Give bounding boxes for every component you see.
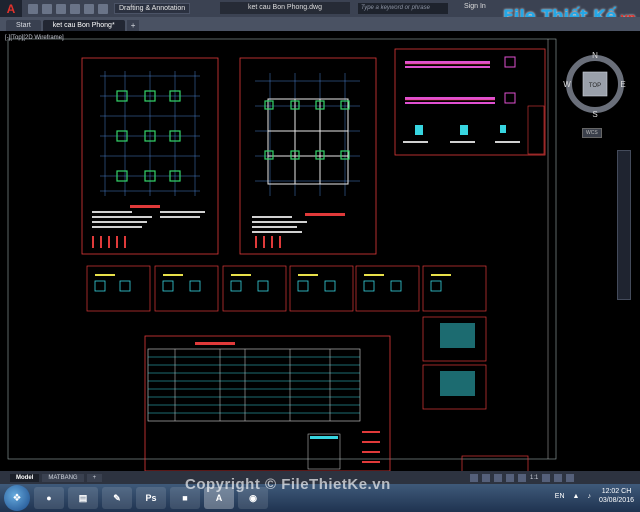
sheet-beam-details[interactable] xyxy=(394,48,546,156)
polar-toggle-icon[interactable] xyxy=(506,473,514,482)
photoshop-icon[interactable]: Ps xyxy=(136,487,166,509)
drawing-canvas[interactable] xyxy=(0,31,640,473)
tab-start[interactable]: Start xyxy=(6,20,41,31)
fullscreen-icon[interactable] xyxy=(566,473,575,482)
windows-start-button[interactable]: ❖ xyxy=(4,485,30,511)
cad-drawing xyxy=(7,38,557,473)
paint-icon[interactable]: ✎ xyxy=(102,487,132,509)
tab-model[interactable]: Model xyxy=(10,473,40,482)
tab-matbang[interactable]: MATBANG xyxy=(42,473,84,482)
copyright-watermark: Copyright © FileThietKe.vn xyxy=(185,476,391,493)
ortho-toggle-icon[interactable] xyxy=(494,473,502,482)
annotation-scale[interactable]: 1:1 xyxy=(530,475,538,481)
sheet-foundation-plan[interactable] xyxy=(81,57,219,255)
viewcube[interactable]: TOP N S E W xyxy=(563,50,627,120)
status-bar: 1:1 xyxy=(470,471,575,484)
compass-north: N xyxy=(592,51,598,60)
snap-toggle-icon[interactable] xyxy=(482,473,490,482)
compass-east: E xyxy=(620,80,625,89)
sheet-steel-schedule[interactable] xyxy=(144,335,391,472)
file-explorer-icon[interactable]: ▤ xyxy=(68,487,98,509)
detail-labels xyxy=(95,274,451,276)
sheet-beam-plan[interactable] xyxy=(239,57,377,255)
sheet-small-details[interactable] xyxy=(422,316,529,473)
add-layout-icon[interactable]: + xyxy=(86,473,103,482)
sign-in-button[interactable]: Sign In xyxy=(464,3,486,10)
new-tab-icon[interactable]: + xyxy=(126,20,140,31)
file-tabs: Start ket cau Bon Phong* + xyxy=(0,17,640,31)
new-file-icon[interactable] xyxy=(28,3,38,14)
compass-south: S xyxy=(592,110,597,119)
undo-icon[interactable] xyxy=(84,3,94,14)
viewcube-top-label: TOP xyxy=(589,83,601,89)
autocad-logo-icon[interactable]: A xyxy=(0,0,22,17)
chrome-icon[interactable]: ● xyxy=(34,487,64,509)
grid-toggle-icon[interactable] xyxy=(470,473,478,482)
system-tray: EN ▲ ♪ 12:02 CH 03/08/2016 xyxy=(555,487,634,505)
sheet-row-column-details[interactable] xyxy=(86,265,487,312)
clock[interactable]: 12:02 CH 03/08/2016 xyxy=(599,487,634,505)
clock-time: 12:02 CH xyxy=(601,488,632,495)
volume-icon[interactable]: ♪ xyxy=(587,493,591,500)
search-input[interactable]: Type a keyword or phrase xyxy=(358,3,448,14)
open-file-icon[interactable] xyxy=(42,3,52,14)
small-detail-tables xyxy=(440,323,475,396)
save-icon[interactable] xyxy=(56,3,66,14)
document-title: ket cau Bon Phong.dwg xyxy=(220,2,350,14)
viewport-label[interactable]: [-][Top][2D Wireframe] xyxy=(5,35,64,41)
gear-icon[interactable] xyxy=(542,473,551,482)
workspace-selector[interactable]: Drafting & Annotation xyxy=(114,3,191,14)
quick-access-toolbar xyxy=(22,3,108,14)
column-detail-marks xyxy=(94,280,442,292)
navigation-bar[interactable] xyxy=(617,150,631,300)
wcs-dropdown[interactable]: WCS xyxy=(582,128,602,138)
tab-ket-cau-bon-phong[interactable]: ket cau Bon Phong* xyxy=(42,20,125,31)
workspace-switch-icon[interactable] xyxy=(554,473,563,482)
osnap-toggle-icon[interactable] xyxy=(518,473,526,482)
compass-west: W xyxy=(563,80,571,89)
print-icon[interactable] xyxy=(70,3,80,14)
title-bar: A Drafting & Annotation ket cau Bon Phon… xyxy=(0,0,640,25)
clock-date: 03/08/2016 xyxy=(598,497,634,504)
redo-icon[interactable] xyxy=(98,3,108,14)
network-icon[interactable]: ▲ xyxy=(573,493,580,500)
language-indicator[interactable]: EN xyxy=(555,493,565,500)
